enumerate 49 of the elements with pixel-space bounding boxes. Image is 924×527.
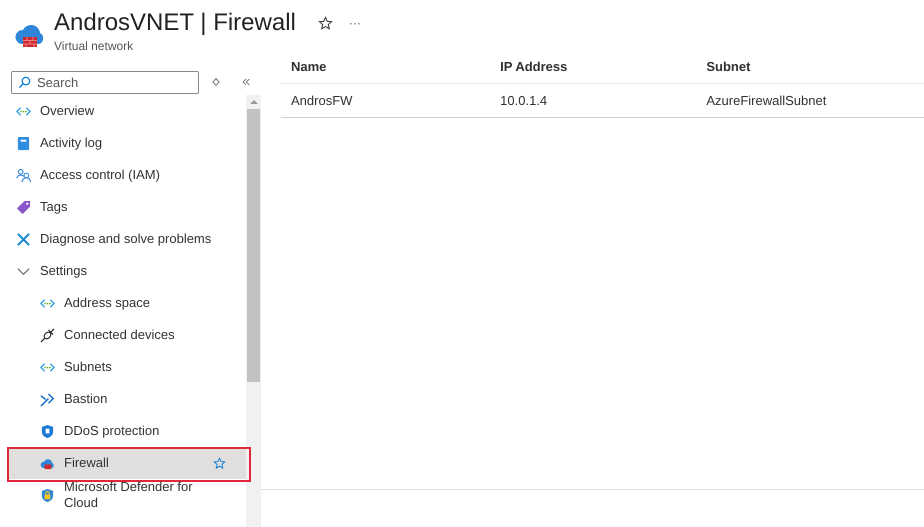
nav-label: Settings	[40, 263, 87, 279]
nav-label: Tags	[40, 199, 68, 215]
nav-label: Subnets	[64, 359, 112, 375]
nav-label: Address space	[64, 295, 150, 311]
scrollbar[interactable]	[246, 95, 261, 527]
nav-item[interactable]: DDoS protection	[0, 415, 246, 447]
column-header: Name	[281, 50, 490, 84]
page-title: AndrosVNET | Firewall	[54, 8, 296, 38]
table-cell: 10.0.1.4	[490, 84, 696, 118]
book-icon	[16, 136, 31, 150]
bastion-icon	[40, 392, 55, 406]
nav-label: Overview	[40, 103, 94, 119]
shield-icon	[40, 424, 55, 438]
shield-lock-icon	[40, 488, 55, 502]
plug-icon	[40, 328, 55, 342]
column-header: Subnet	[696, 50, 924, 84]
star-icon[interactable]	[213, 456, 226, 470]
nav-item[interactable]: Tags	[0, 191, 246, 223]
people-icon	[16, 168, 31, 182]
nav-item[interactable]: Connected devices	[0, 319, 246, 351]
more-button[interactable]: ···	[348, 16, 361, 30]
scroll-up-icon[interactable]	[248, 99, 258, 105]
nav-item[interactable]: Diagnose and solve problems	[0, 223, 246, 255]
nav-label: Microsoft Defender for Cloud	[64, 479, 194, 511]
nav-label: DDoS protection	[64, 423, 160, 439]
page-subtitle: Virtual network	[54, 39, 134, 53]
table-cell: AndrosFW	[281, 84, 490, 118]
nav-item[interactable]: Bastion	[0, 383, 246, 415]
nav-item[interactable]: Settings	[0, 255, 246, 287]
sort-icon[interactable]	[211, 77, 221, 87]
nav-label: Access control (IAM)	[40, 167, 160, 183]
nav-label: Firewall	[64, 455, 109, 471]
nav-item[interactable]: Access control (IAM)	[0, 159, 246, 191]
nav-item[interactable]: Activity log	[0, 127, 246, 159]
nav-item[interactable]: Subnets	[0, 351, 246, 383]
star-icon[interactable]	[318, 16, 333, 30]
nav-label: Diagnose and solve problems	[40, 231, 212, 247]
nav-label: Activity log	[40, 135, 102, 151]
nav-item[interactable]: Address space	[0, 287, 246, 319]
tools-icon	[16, 232, 31, 246]
nav-item[interactable]: Microsoft Defender for Cloud	[0, 479, 246, 511]
tag-icon	[16, 200, 31, 214]
column-header: IP Address	[490, 50, 696, 84]
nav-label: Bastion	[64, 391, 108, 407]
table-cell: AzureFirewallSubnet	[696, 84, 924, 118]
nav-item[interactable]: Overview	[0, 95, 246, 127]
collapse-icon[interactable]	[241, 77, 251, 87]
search-field[interactable]: Search	[11, 70, 199, 94]
nav-label: Connected devices	[64, 327, 175, 343]
